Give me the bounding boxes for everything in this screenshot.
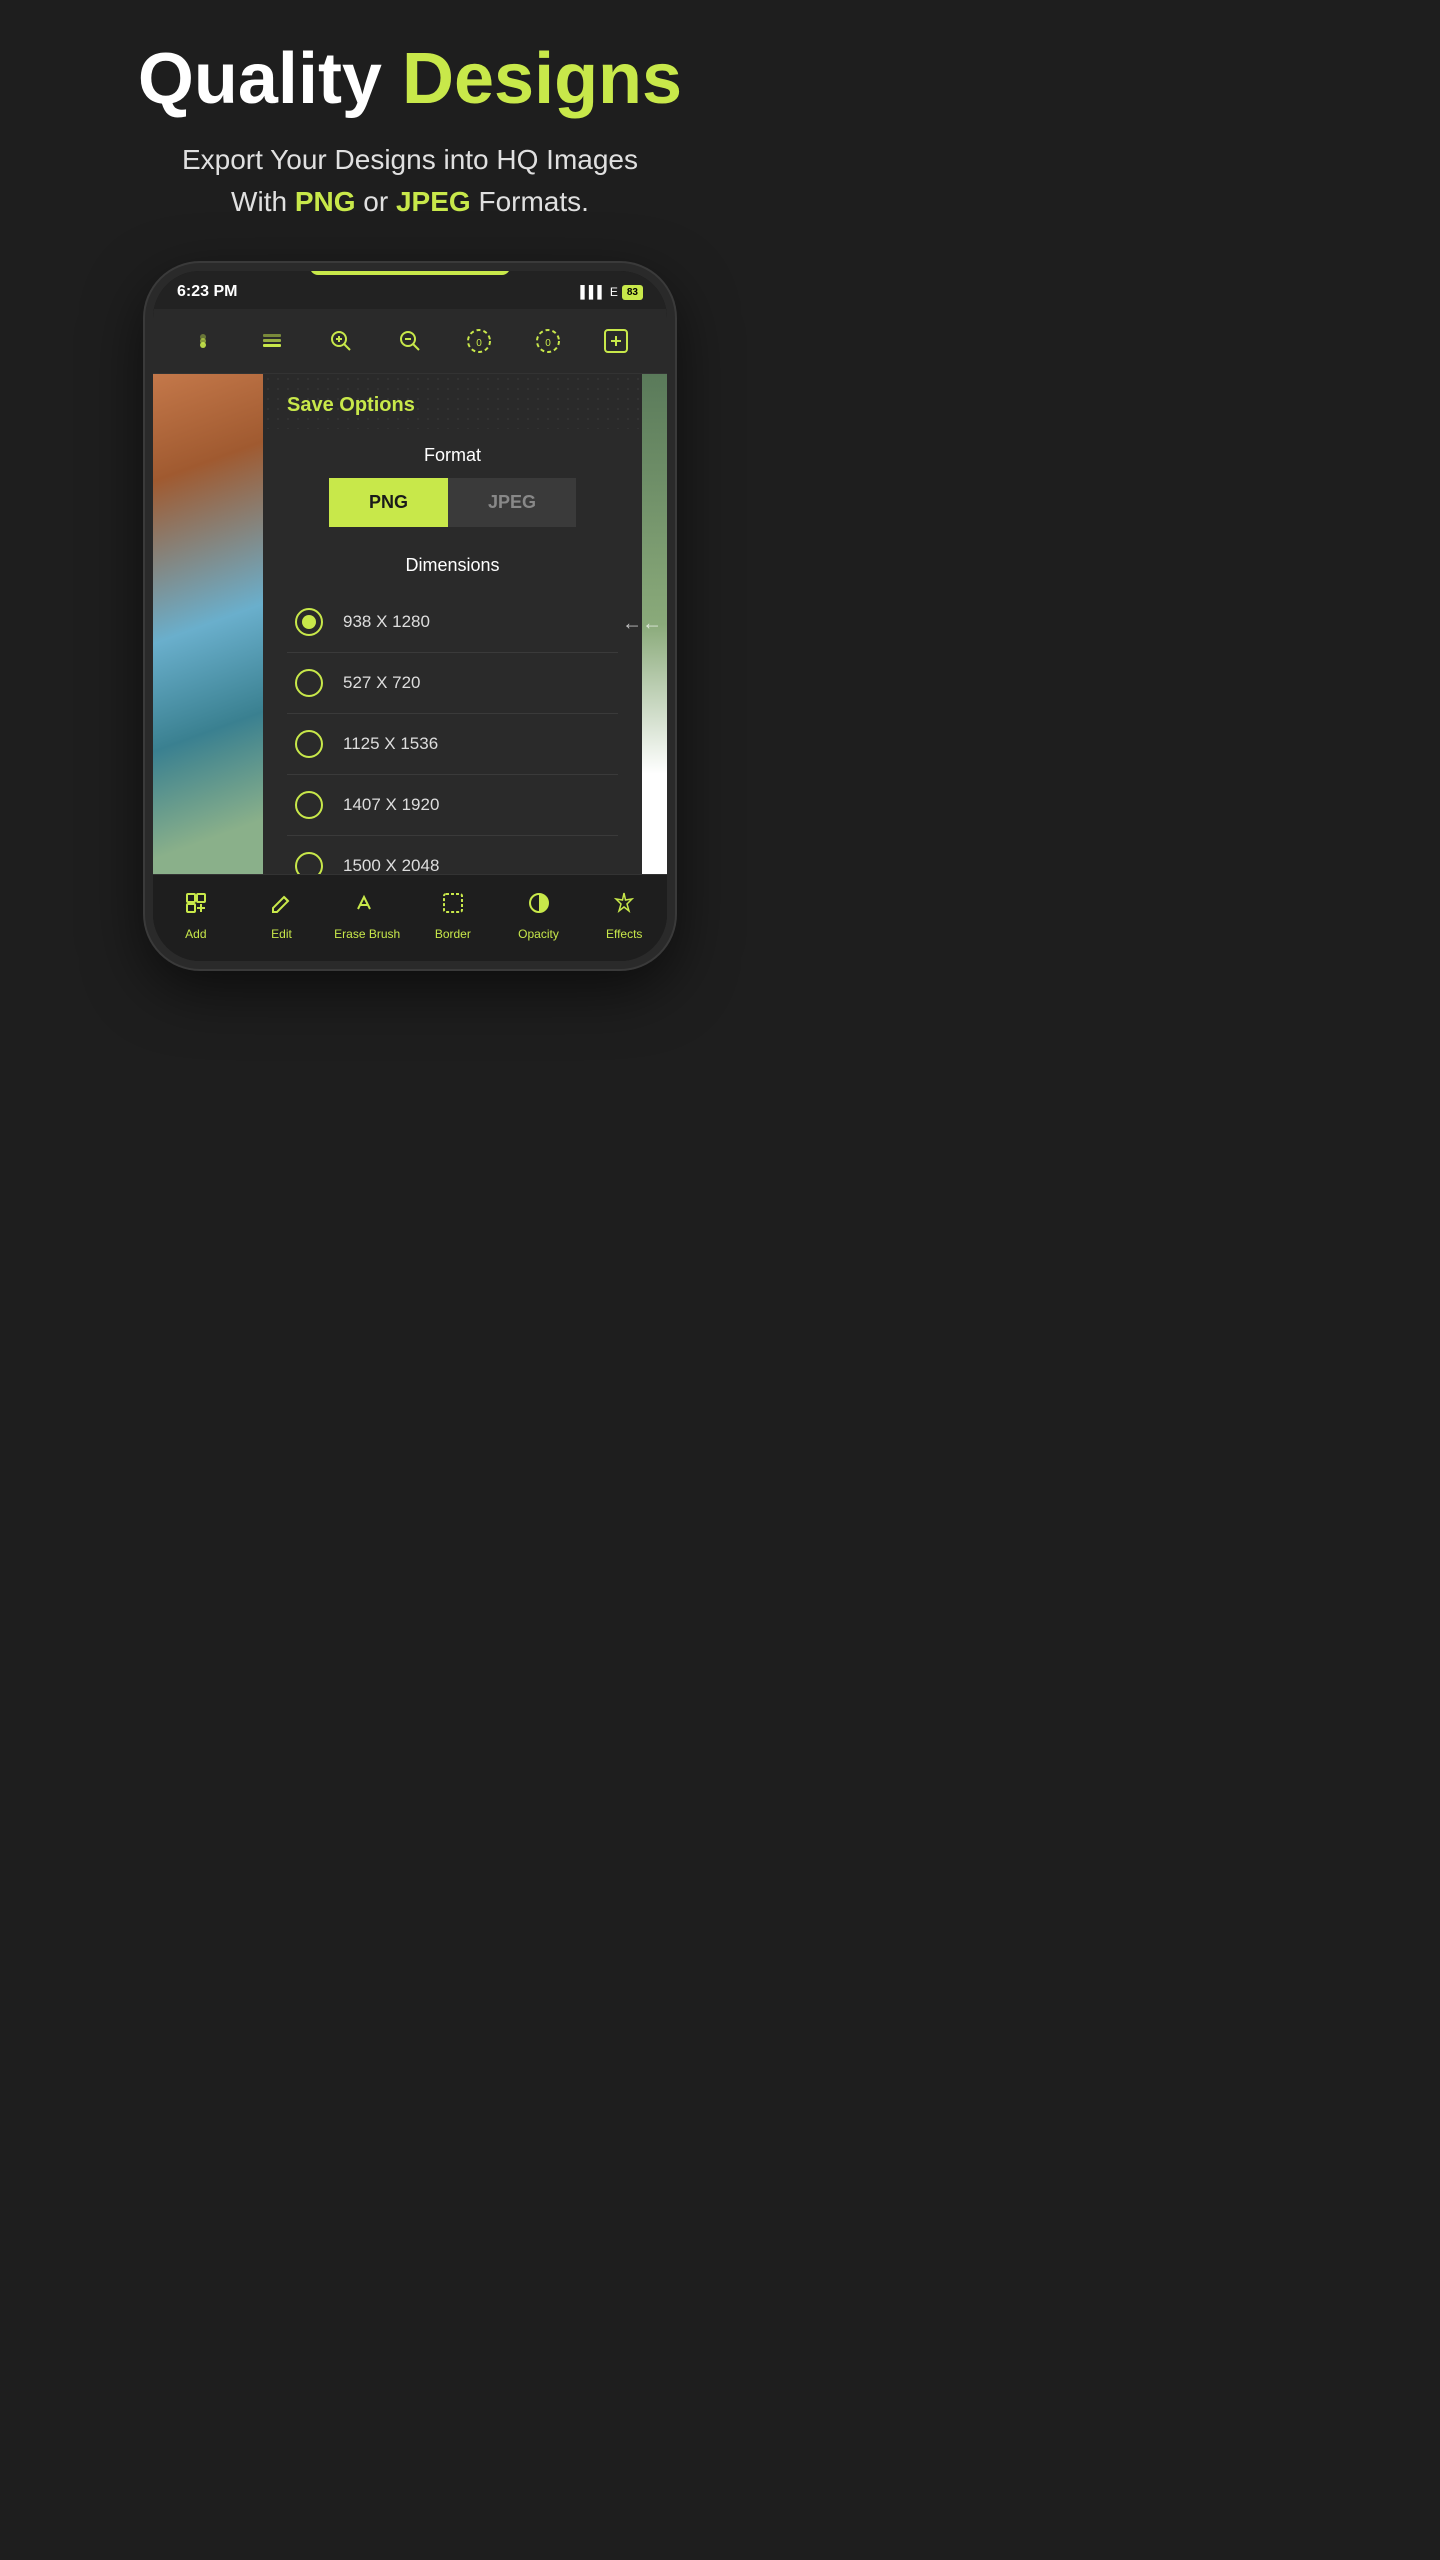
dimension-option-1[interactable]: 527 X 720 [287, 653, 618, 714]
radio-button-1[interactable] [295, 669, 323, 697]
edit-icon [270, 891, 294, 921]
title-word-quality: Quality [138, 39, 382, 119]
opacity-icon [527, 891, 551, 921]
dimension-value-3: 1407 X 1920 [343, 795, 439, 815]
format-png-button[interactable]: PNG [329, 478, 448, 527]
subtitle-suffix: Formats. [478, 186, 588, 217]
effects-label: Effects [606, 927, 642, 941]
nav-add[interactable]: Add [153, 891, 239, 941]
nav-effects[interactable]: Effects [581, 891, 667, 941]
dimensions-label: Dimensions [287, 547, 618, 592]
title-word-designs: Designs [402, 39, 682, 119]
add-label: Add [185, 927, 206, 941]
bottom-navigation: Add Edit Erase Brush [153, 874, 667, 961]
add-layer-icon[interactable] [596, 321, 636, 361]
dimension-value-1: 527 X 720 [343, 673, 421, 693]
erase-brush-label: Erase Brush [334, 927, 400, 941]
side-button-left-mid [145, 561, 149, 661]
status-time: 6:23 PM [177, 283, 237, 301]
format-jpeg-button[interactable]: JPEG [448, 478, 576, 527]
subtitle-or: or [363, 186, 388, 217]
app-toolbar: 0 0 [153, 309, 667, 374]
opacity-label: Opacity [518, 927, 559, 941]
erase-brush-icon [355, 891, 379, 921]
nav-opacity[interactable]: Opacity [496, 891, 582, 941]
signal-icon: ▌▌▌ [580, 285, 606, 299]
edit-label: Edit [271, 927, 292, 941]
radio-button-3[interactable] [295, 791, 323, 819]
border-icon [441, 891, 465, 921]
nav-erase-brush[interactable]: Erase Brush [324, 891, 410, 941]
header-section: Quality Designs Export Your Designs into… [138, 40, 682, 223]
radio-button-4[interactable] [295, 852, 323, 874]
add-icon [184, 891, 208, 921]
nav-edit[interactable]: Edit [239, 891, 325, 941]
select-a-icon[interactable]: 0 [459, 321, 499, 361]
canvas-area: ←← Save Options Format PNG JPEG Dimensio… [153, 374, 667, 874]
status-bar: 6:23 PM ▌▌▌ E 83 [153, 271, 667, 309]
subtitle-prefix: With [231, 186, 287, 217]
dimension-value-2: 1125 X 1536 [343, 734, 438, 754]
zoom-in-icon[interactable] [321, 321, 361, 361]
dimension-option-2[interactable]: 1125 X 1536 [287, 714, 618, 775]
side-button-left-top [145, 471, 149, 531]
subtitle-jpeg: JPEG [396, 186, 471, 217]
subtitle-png: PNG [295, 186, 356, 217]
dimension-option-4[interactable]: 1500 X 2048 [287, 836, 618, 874]
subtitle-line1: Export Your Designs into HQ Images [182, 144, 638, 175]
format-buttons: PNG JPEG [287, 478, 618, 527]
side-button-right [671, 511, 675, 611]
battery-icon: 83 [622, 285, 643, 300]
dimension-option-3[interactable]: 1407 X 1920 [287, 775, 618, 836]
network-type: E [610, 285, 618, 299]
dialog-title: Save Options [287, 394, 415, 416]
layers-icon[interactable] [183, 321, 223, 361]
select-b-icon[interactable]: 0 [528, 321, 568, 361]
dimension-option-0[interactable]: 938 X 1280 [287, 592, 618, 653]
radio-button-2[interactable] [295, 730, 323, 758]
nav-border[interactable]: Border [410, 891, 496, 941]
subtitle: Export Your Designs into HQ Images With … [138, 139, 682, 223]
phone-mockup: 6:23 PM ▌▌▌ E 83 [145, 263, 675, 969]
phone-inner: 6:23 PM ▌▌▌ E 83 [153, 271, 667, 961]
canvas-image-sidebar [153, 374, 263, 874]
radio-button-0[interactable] [295, 608, 323, 636]
zoom-out-icon[interactable] [390, 321, 430, 361]
border-label: Border [435, 927, 471, 941]
dimension-value-0: 938 X 1280 [343, 612, 430, 632]
format-label: Format [287, 429, 618, 478]
dialog-header: Save Options [263, 374, 642, 429]
svg-text:0: 0 [476, 338, 482, 349]
main-title: Quality Designs [138, 40, 682, 119]
svg-text:0: 0 [545, 338, 551, 349]
dialog-backdrop: Save Options Format PNG JPEG Dimensions … [263, 374, 642, 874]
status-icons: ▌▌▌ E 83 [580, 285, 643, 300]
dimension-value-4: 1500 X 2048 [343, 856, 439, 874]
dialog-content: Format PNG JPEG Dimensions 938 X 1280 52… [263, 429, 642, 874]
back-arrow-icon: ←← [622, 613, 662, 636]
stack-icon[interactable] [252, 321, 292, 361]
effects-icon [612, 891, 636, 921]
